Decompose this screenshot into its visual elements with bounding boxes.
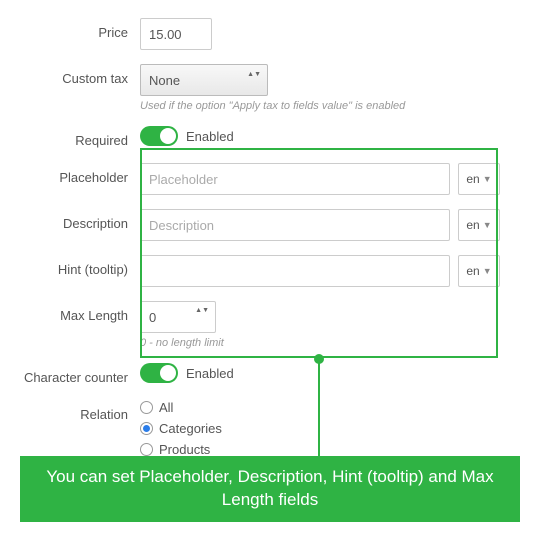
row-hint: Hint (tooltip) en▼ (0, 255, 540, 287)
description-input[interactable]: Description (140, 209, 450, 241)
row-required: Required Enabled (0, 126, 540, 149)
placeholder-label: Placeholder (0, 163, 140, 185)
radio-icon (140, 422, 153, 435)
max-length-input[interactable]: 0 ▲▼ (140, 301, 216, 333)
custom-tax-select[interactable]: None ▲▼ (140, 64, 268, 96)
radio-icon (140, 401, 153, 414)
hint-lang-button[interactable]: en▼ (458, 255, 500, 287)
row-placeholder: Placeholder Placeholder en▼ (0, 163, 540, 195)
description-lang-button[interactable]: en▼ (458, 209, 500, 241)
row-max-length: Max Length 0 ▲▼ 0 - no length limit (0, 301, 540, 349)
caption-bar: You can set Placeholder, Description, Hi… (20, 456, 520, 522)
settings-panel: Price 15.00 Custom tax None ▲▼ Used if t… (0, 0, 540, 463)
custom-tax-help: Used if the option "Apply tax to fields … (140, 100, 500, 112)
updown-icon: ▲▼ (195, 307, 209, 315)
price-input[interactable]: 15.00 (140, 18, 212, 50)
character-counter-label: Character counter (0, 363, 140, 385)
placeholder-input[interactable]: Placeholder (140, 163, 450, 195)
description-label: Description (0, 209, 140, 231)
required-label: Required (0, 126, 140, 148)
max-length-help: 0 - no length limit (140, 337, 500, 349)
relation-option-all[interactable]: All (140, 400, 500, 415)
relation-label: Relation (0, 400, 140, 422)
row-character-counter: Character counter Enabled (0, 363, 540, 386)
caret-down-icon: ▼ (483, 266, 492, 276)
character-counter-toggle[interactable] (140, 363, 178, 383)
updown-icon: ▲▼ (247, 71, 261, 78)
required-toggle[interactable] (140, 126, 178, 146)
row-price: Price 15.00 (0, 18, 540, 50)
radio-icon (140, 443, 153, 456)
max-length-label: Max Length (0, 301, 140, 323)
row-description: Description Description en▼ (0, 209, 540, 241)
character-counter-state: Enabled (186, 366, 234, 381)
caret-down-icon: ▼ (483, 220, 492, 230)
required-state: Enabled (186, 129, 234, 144)
custom-tax-label: Custom tax (0, 64, 140, 86)
price-label: Price (0, 18, 140, 40)
relation-option-categories[interactable]: Categories (140, 421, 500, 436)
hint-input[interactable] (140, 255, 450, 287)
placeholder-lang-button[interactable]: en▼ (458, 163, 500, 195)
caret-down-icon: ▼ (483, 174, 492, 184)
hint-label: Hint (tooltip) (0, 255, 140, 277)
row-relation: Relation All Categories Products (0, 400, 540, 463)
relation-option-products[interactable]: Products (140, 442, 500, 457)
row-custom-tax: Custom tax None ▲▼ Used if the option "A… (0, 64, 540, 112)
